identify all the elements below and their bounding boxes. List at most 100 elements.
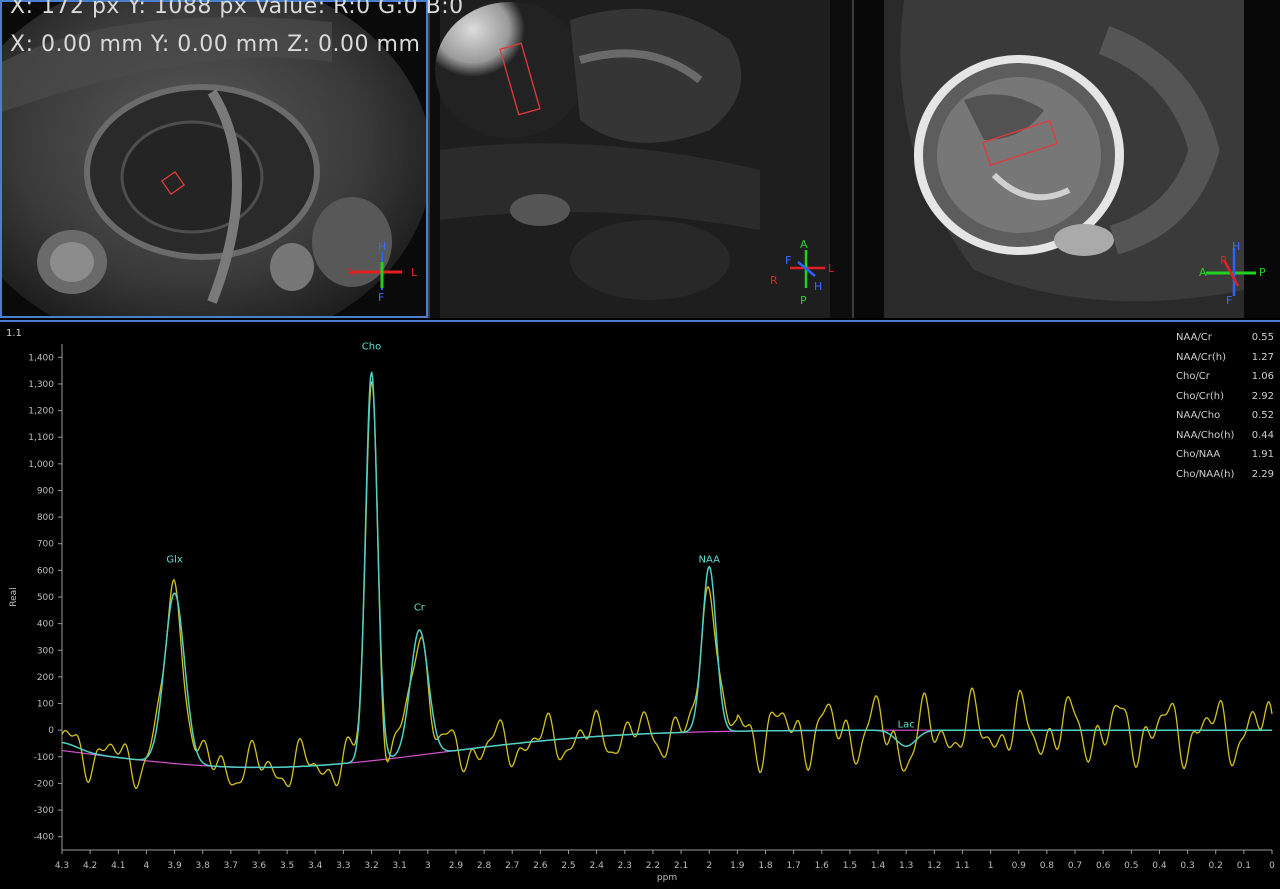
ratio-name: Cho/NAA(h) [1176, 468, 1235, 480]
orient-top-label: H [378, 240, 387, 253]
x-tick-label: 0.4 [1152, 861, 1167, 871]
x-tick-label: 1.5 [843, 861, 857, 871]
x-axis-label: ppm [657, 873, 677, 883]
ratio-value: 1.06 [1251, 371, 1274, 383]
peak-label[interactable]: Lac [898, 719, 915, 730]
x-tick-label: 1.9 [730, 861, 745, 871]
x-tick-label: 1.2 [927, 861, 941, 871]
y-tick-label: 1,100 [28, 433, 54, 443]
orient-left-label: A [1199, 266, 1207, 279]
peak-label[interactable]: NAA [698, 554, 720, 565]
ratio-row: NAA/Cho 0.52 [1176, 406, 1274, 426]
x-tick-label: 1.4 [871, 861, 886, 871]
x-tick-label: 3.5 [280, 861, 294, 871]
y-tick-label: -200 [34, 779, 55, 789]
x-tick-label: 4 [144, 861, 150, 871]
y-tick-label: 1,300 [28, 380, 54, 390]
spectrum-chart[interactable]: 1,400 1,300 1,200 1,100 1,000 900 800 700 600 500… [0, 322, 1280, 889]
x-tick-label: 1.3 [899, 861, 913, 871]
y-tick-label: 300 [37, 646, 54, 656]
ratio-row: Cho/NAA(h) 2.29 [1176, 465, 1274, 485]
x-tick-label: 2.6 [533, 861, 548, 871]
fitted-spectrum-line [61, 371, 1272, 769]
x-tick-label: 3.4 [308, 861, 323, 871]
orient-top-label: A [800, 238, 808, 251]
x-tick-label: 2.8 [477, 861, 492, 871]
x-tick-label: 3.1 [393, 861, 407, 871]
ratio-value: 0.52 [1251, 410, 1274, 422]
x-tick-label: 4.3 [55, 861, 69, 871]
ratio-value: 0.55 [1251, 332, 1274, 344]
peak-label[interactable]: Glx [166, 554, 183, 565]
y-tick-label: 100 [37, 700, 54, 710]
peak-label[interactable]: Cho [362, 341, 381, 352]
x-tick-label: 4.2 [83, 861, 97, 871]
x-tick-label: 1 [988, 861, 994, 871]
x-tick-label: 0 [1269, 861, 1275, 871]
x-tick-label: 0.3 [1180, 861, 1194, 871]
x-tick-label: 0.8 [1040, 861, 1055, 871]
orient-top-label: H [1232, 240, 1241, 253]
orient-left-label: R [346, 266, 354, 279]
y-tick-label: 900 [37, 486, 54, 496]
y-tick-label: 600 [37, 566, 54, 576]
x-tick-label: 1.1 [955, 861, 969, 871]
x-tick-label: 3.6 [252, 861, 267, 871]
baseline-series-line [61, 729, 1272, 768]
x-tick-label: 2 [706, 861, 712, 871]
x-tick-label: 1.8 [758, 861, 773, 871]
x-tick-label: 3 [425, 861, 431, 871]
ratio-name: NAA/Cr(h) [1176, 351, 1227, 363]
orient-right-label: L [411, 266, 418, 279]
measured-spectrum-line [61, 381, 1273, 789]
x-tick-label: 2.3 [618, 861, 632, 871]
orient-bottom-label: F [1226, 294, 1233, 307]
ratio-value: 1.27 [1251, 351, 1274, 363]
orient-left-label: R [770, 274, 778, 287]
ratio-value: 0.44 [1251, 429, 1274, 441]
x-tick-label: 1.6 [815, 861, 830, 871]
x-tick-label: 4.1 [111, 861, 125, 871]
ratio-row: Cho/NAA 1.91 [1176, 445, 1274, 465]
ratio-row: Cho/Cr 1.06 [1176, 367, 1274, 387]
ratio-name: NAA/Cho(h) [1176, 429, 1235, 441]
ratio-name: Cho/Cr [1176, 371, 1210, 383]
orient-mid-label: R [1220, 254, 1228, 267]
metabolite-ratio-table: NAA/Cr 0.55 NAA/Cr(h) 1.27 Cho/Cr 1.06 Cho/… [1176, 328, 1274, 484]
y-tick-label: 1,400 [28, 353, 54, 363]
x-tick-label: 0.2 [1209, 861, 1223, 871]
ratio-name: Cho/NAA [1176, 449, 1221, 461]
x-tick-label: 2.5 [561, 861, 575, 871]
coronal-mri-viewport[interactable]: A R L P F H [430, 0, 852, 318]
y-axis-label: Real [9, 587, 19, 606]
orient-mid-right-label: H [814, 280, 823, 293]
x-tick-label: 0.6 [1096, 861, 1111, 871]
x-tick-label: 2.2 [646, 861, 660, 871]
ratio-name: Cho/Cr(h) [1176, 390, 1225, 402]
ratio-row: NAA/Cr 0.55 [1176, 328, 1274, 348]
y-tick-label: 200 [37, 673, 54, 683]
ratio-value: 1.91 [1251, 449, 1274, 461]
y-tick-label: 500 [37, 593, 54, 603]
ratio-row: NAA/Cr(h) 1.27 [1176, 348, 1274, 368]
x-tick-label: 1.7 [786, 861, 800, 871]
mrs-spectrum-panel[interactable]: 1,400 1,300 1,200 1,100 1,000 900 800 700 600 500… [0, 320, 1280, 889]
y-tick-label: 700 [37, 540, 54, 550]
y-tick-label: -100 [34, 753, 55, 763]
orient-right-label: P [1259, 266, 1266, 279]
x-tick-label: 3.3 [336, 861, 350, 871]
y-tick-label: -300 [34, 806, 55, 816]
ratio-value: 2.29 [1251, 468, 1274, 480]
orient-right-label: L [828, 262, 835, 275]
y-tick-label: 1,000 [28, 460, 54, 470]
y-tick-label: 1,200 [28, 407, 54, 417]
cursor-mm-readout: X: 0.00 mm Y: 0.00 mm Z: 0.00 mm [10, 32, 421, 57]
sagittal-mri-viewport[interactable]: H A P F R [854, 0, 1280, 318]
x-tick-label: 0.5 [1124, 861, 1138, 871]
y-tick-label: 0 [48, 726, 54, 736]
ratio-row: NAA/Cho(h) 0.44 [1176, 426, 1274, 446]
y-tick-label: 400 [37, 620, 54, 630]
y-tick-label: -400 [34, 833, 55, 843]
x-tick-label: 0.9 [1012, 861, 1027, 871]
peak-label[interactable]: Cr [414, 602, 426, 613]
